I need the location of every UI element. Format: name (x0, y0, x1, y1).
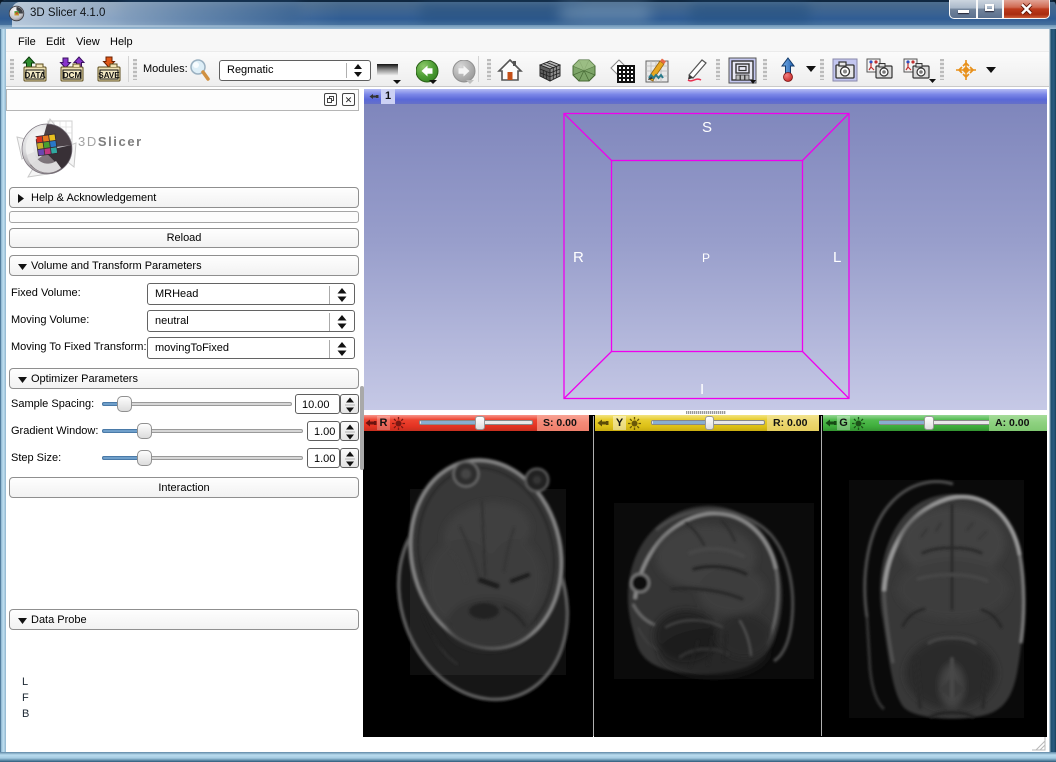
svg-text:DCM: DCM (63, 71, 82, 80)
svg-text:P: P (702, 251, 710, 265)
svg-text:SAVE: SAVE (98, 71, 120, 80)
svg-text:S: S (702, 119, 712, 136)
svg-text:L: L (833, 249, 841, 266)
svg-text:I: I (700, 381, 704, 398)
svg-text:R: R (573, 249, 584, 266)
svg-text:DATA: DATA (24, 71, 45, 80)
